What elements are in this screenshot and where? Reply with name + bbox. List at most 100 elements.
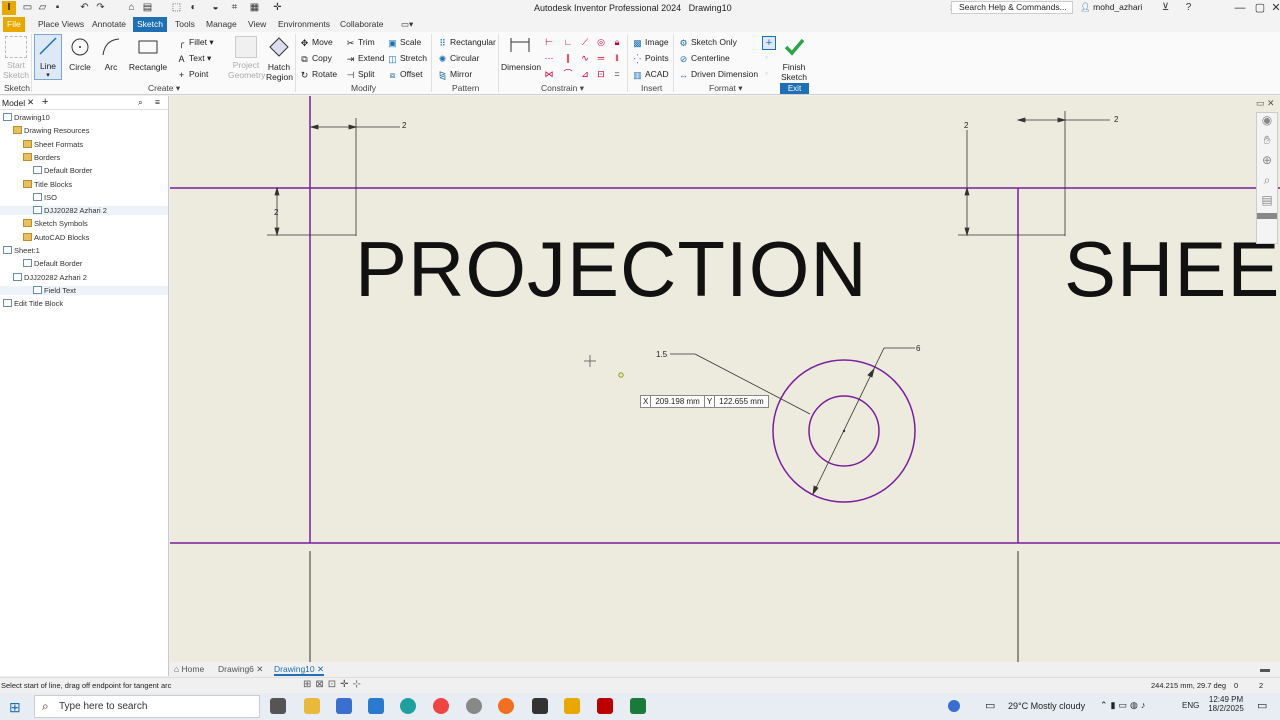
app-icon[interactable] bbox=[532, 698, 548, 714]
update-icon[interactable]: ▤ bbox=[142, 2, 153, 13]
steering-wheel-icon[interactable]: ◉ bbox=[1257, 113, 1277, 133]
browser-item[interactable]: AutoCAD Blocks bbox=[0, 232, 168, 242]
tab-sketch[interactable]: Sketch bbox=[133, 17, 167, 32]
select-icon[interactable]: ⬚ bbox=[171, 2, 182, 13]
rectangle-button[interactable]: Rectangle bbox=[128, 36, 168, 72]
tab-place-views[interactable]: Place Views bbox=[34, 17, 88, 32]
weather-icon[interactable]: ▭ bbox=[985, 699, 995, 712]
hatch-region-button[interactable]: Hatch Region bbox=[266, 36, 293, 82]
panel-label-format[interactable]: Format ▾ bbox=[709, 83, 743, 94]
drawing-canvas[interactable]: 2 2 2 2 1.5 6 PROJECTION SHEET X 209.198… bbox=[170, 96, 1280, 662]
cart-icon[interactable]: ⊻ bbox=[1160, 2, 1171, 13]
windows-start-icon[interactable]: ⊞ bbox=[9, 699, 21, 716]
clock[interactable]: 12:49 PM 18/2/2025 bbox=[1206, 695, 1246, 713]
browser-item[interactable]: Drawing Resources bbox=[0, 126, 168, 135]
start-sketch-button[interactable]: Start Sketch bbox=[3, 36, 29, 80]
dim-text[interactable]: 2 bbox=[402, 121, 406, 130]
coord-x-value[interactable]: 209.198 mm bbox=[651, 396, 705, 407]
browser-item[interactable]: DJJ20282 Azhari 2 bbox=[0, 272, 168, 282]
panel-label-constrain[interactable]: Constrain ▾ bbox=[541, 83, 584, 94]
tab-list-icon[interactable]: ▬ bbox=[1260, 663, 1270, 676]
home-icon[interactable]: ⌂ bbox=[126, 2, 137, 13]
close-icon[interactable]: ✕ bbox=[317, 664, 324, 674]
rectangular-pattern-button[interactable]: ⠿ Rectangular bbox=[438, 37, 496, 48]
mirror-button[interactable]: ⧎ Mirror bbox=[438, 69, 472, 80]
redo-icon[interactable]: ↷ bbox=[95, 2, 106, 13]
panel-label-create[interactable]: Create ▾ bbox=[148, 83, 180, 94]
help-icon[interactable]: ? bbox=[1183, 2, 1194, 13]
zoom-window-icon[interactable]: ⌕ bbox=[1257, 173, 1277, 193]
midpoint-icon[interactable]: ⊿ bbox=[580, 69, 590, 79]
browser-item[interactable]: DJJ20282 Azhari 2 bbox=[0, 206, 168, 216]
smooth-icon[interactable]: ∿ bbox=[580, 53, 590, 63]
offset-button[interactable]: ⧈ Offset bbox=[388, 69, 423, 80]
material-icon[interactable]: ◐ bbox=[188, 2, 199, 13]
tray-icons[interactable]: ⌃▮▭◍♪ bbox=[1100, 700, 1148, 711]
weather-text[interactable]: 29°C Mostly cloudy bbox=[1008, 701, 1085, 711]
grid-snap-icon[interactable]: + bbox=[762, 36, 776, 50]
horizontal-icon[interactable]: ═ bbox=[596, 53, 606, 63]
app-icon[interactable] bbox=[466, 698, 482, 714]
dimension-left[interactable] bbox=[267, 118, 400, 237]
zoom-icon[interactable]: ⊕ bbox=[1257, 153, 1277, 173]
extend-button[interactable]: ⇥ Extend bbox=[346, 53, 385, 64]
dim-text[interactable]: 1.5 bbox=[656, 350, 667, 359]
symmetric-icon[interactable]: ⋈ bbox=[544, 69, 554, 79]
concentric-icon[interactable]: ◎ bbox=[596, 37, 606, 47]
title-text-projection[interactable]: PROJECTION bbox=[355, 224, 868, 315]
adaptive-icon[interactable]: ▫ bbox=[765, 69, 773, 78]
notification-icon[interactable] bbox=[948, 700, 960, 712]
scale-button[interactable]: ▣ Scale bbox=[388, 37, 421, 48]
dim-text[interactable]: 2 bbox=[274, 208, 278, 217]
point-button[interactable]: + Point bbox=[177, 69, 209, 80]
points-button[interactable]: ⁛ Points bbox=[633, 53, 669, 64]
store-icon[interactable] bbox=[336, 698, 352, 714]
parallel-icon[interactable]: ∥ bbox=[563, 53, 573, 63]
title-text-sheet[interactable]: SHEET bbox=[1064, 224, 1280, 315]
file-explorer-icon[interactable] bbox=[304, 698, 320, 714]
edge-icon[interactable] bbox=[400, 698, 416, 714]
open-folder-icon[interactable]: ▱ bbox=[37, 2, 48, 13]
rotate-button[interactable]: ↻ Rotate bbox=[300, 69, 337, 80]
coincident-icon[interactable]: ⊢ bbox=[544, 37, 554, 47]
tab-view[interactable]: View bbox=[244, 17, 270, 32]
browser-item[interactable]: Field Text bbox=[0, 285, 168, 295]
browser-item[interactable]: Edit Title Block bbox=[0, 299, 168, 308]
look-at-icon[interactable]: ▤ bbox=[1257, 193, 1277, 213]
dim-text[interactable]: 6 bbox=[916, 344, 920, 353]
mail-icon[interactable] bbox=[368, 698, 384, 714]
dimension-button[interactable]: Dimension bbox=[501, 36, 541, 72]
show-constraints-icon[interactable]: ⊡ bbox=[596, 69, 606, 79]
finish-sketch-button[interactable]: Finish Sketch bbox=[780, 36, 808, 82]
sketch-icon[interactable]: ▦ bbox=[249, 2, 260, 13]
browser-item[interactable]: ISO bbox=[0, 192, 168, 202]
circular-pattern-button[interactable]: ✺ Circular bbox=[438, 53, 480, 64]
tab-annotate[interactable]: Annotate bbox=[88, 17, 130, 32]
tab-environments[interactable]: Environments bbox=[274, 17, 334, 32]
browser-item[interactable]: Drawing10 bbox=[0, 113, 168, 122]
inventor-logo[interactable]: I bbox=[2, 1, 16, 15]
equal-icon[interactable]: ⌒ bbox=[563, 69, 573, 79]
app-icon[interactable] bbox=[630, 698, 646, 714]
coord-y-value[interactable]: 122.655 mm bbox=[715, 396, 767, 407]
new-file-icon[interactable]: ▭ bbox=[22, 2, 33, 13]
perpendicular-icon[interactable]: ∟ bbox=[563, 37, 573, 47]
collinear-icon[interactable]: ⋯ bbox=[544, 53, 554, 63]
circle-button[interactable]: Circle bbox=[66, 36, 94, 72]
save-icon[interactable]: ▪ bbox=[52, 2, 63, 13]
tab-tools[interactable]: Tools bbox=[171, 17, 199, 32]
driven-dimension-button[interactable]: ↔ Driven Dimension bbox=[679, 69, 758, 80]
fillet-button[interactable]: ╭ Fillet ▾ bbox=[177, 37, 214, 48]
notification-center-icon[interactable]: ▭ bbox=[1257, 699, 1267, 712]
tab-extra-dropdown-icon[interactable]: ▭▾ bbox=[397, 17, 417, 32]
sketch-only-button[interactable]: ⚙ Sketch Only bbox=[679, 37, 736, 48]
acad-button[interactable]: ▥ ACAD bbox=[633, 69, 668, 80]
tangent-icon[interactable]: ⟋ bbox=[580, 37, 590, 47]
nav-bar-handle[interactable] bbox=[1257, 213, 1277, 219]
inventor-taskbar-icon[interactable] bbox=[564, 698, 580, 714]
image-button[interactable]: ▩ Image bbox=[633, 37, 668, 48]
browser-item[interactable]: Default Border bbox=[0, 166, 168, 175]
tab-drawing6[interactable]: Drawing6 ✕ bbox=[218, 663, 263, 676]
tab-model[interactable]: Model bbox=[2, 98, 25, 108]
project-geometry-button[interactable]: Project Geometry bbox=[228, 36, 265, 80]
